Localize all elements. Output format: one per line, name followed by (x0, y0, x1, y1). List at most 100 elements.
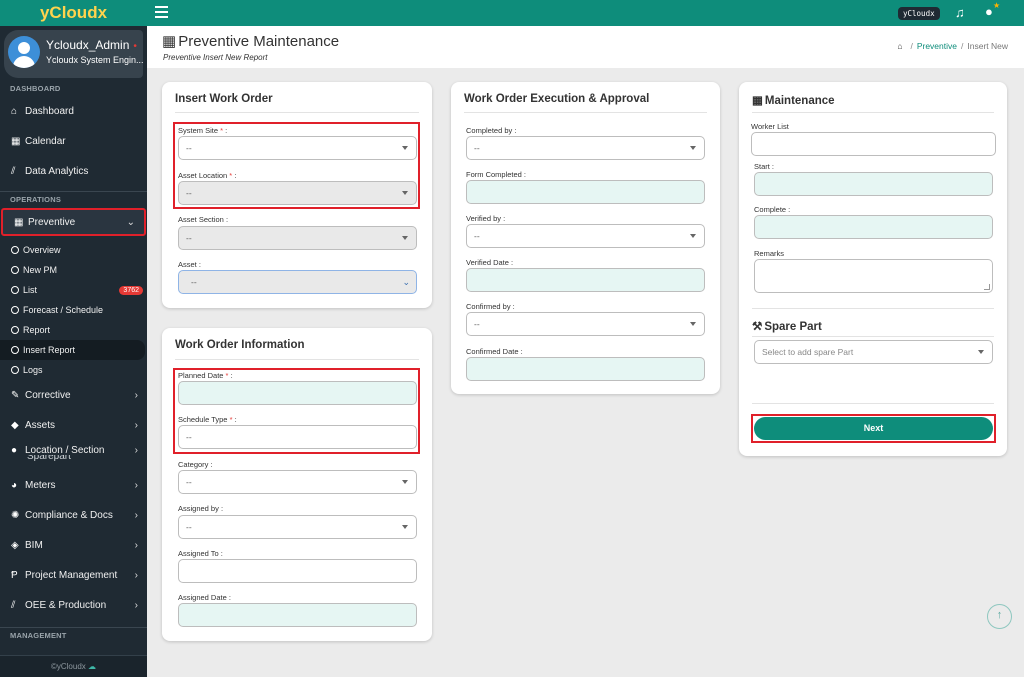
verified-date-input[interactable] (466, 268, 705, 292)
sidebar-subitem-report[interactable]: Report (0, 320, 147, 340)
chevron-right-icon: › (134, 509, 138, 521)
breadcrumb-current: Insert New (967, 41, 1008, 51)
breadcrumb-link-preventive[interactable]: Preventive (917, 41, 957, 51)
circle-icon (11, 366, 19, 374)
cloud-icon: ☁ (88, 662, 97, 671)
label-asset-section: Asset Section : (178, 215, 229, 224)
label-schedule-type: Schedule Type (178, 415, 228, 424)
sidebar-subitem-new-pm[interactable]: New PM (0, 260, 147, 280)
system-site-select[interactable]: -- (178, 136, 417, 160)
circle-icon (11, 346, 19, 354)
complete-input[interactable] (754, 215, 993, 239)
asset-section-select[interactable]: -- (178, 226, 417, 250)
section-header-management: MANAGEMENT (10, 631, 67, 640)
chevron-right-icon: › (134, 599, 138, 611)
assigned-date-input[interactable] (178, 603, 417, 627)
circle-icon (11, 246, 19, 254)
section-header-dashboard: DASHBOARD (10, 84, 61, 93)
home-icon[interactable]: ⌂ (897, 41, 902, 51)
asset-select[interactable]: -- ⌄ (178, 270, 417, 294)
scroll-to-top-button[interactable]: ↑ (987, 604, 1012, 629)
user-profile[interactable]: Ycloudx_Admin • Ycloudx System Engin... (4, 30, 144, 78)
tenant-chip[interactable]: yCloudx (898, 7, 940, 20)
label-asset: Asset : (178, 260, 201, 269)
start-input[interactable] (754, 172, 993, 196)
breadcrumb: ⌂ / Preventive / Insert New (897, 41, 1008, 51)
resize-handle[interactable] (984, 284, 990, 290)
wrench-icon: ✎ (11, 389, 20, 401)
card-work-order-information: Work Order Information Planned Date * : … (162, 328, 432, 641)
sidebar-item-oee[interactable]: ⫽ OEE & Production › (0, 590, 147, 620)
chevron-right-icon: › (134, 569, 138, 581)
project-icon: Ᵽ (11, 569, 18, 581)
page-title: Preventive Maintenance (178, 33, 340, 50)
user-name: Ycloudx_Admin (46, 38, 130, 52)
assigned-to-input[interactable] (178, 559, 417, 583)
caret-down-icon (690, 234, 696, 238)
circle-icon (11, 326, 19, 334)
star-icon: ★ (993, 1, 1001, 10)
user-menu-icon[interactable]: ● ★ (985, 1, 1000, 19)
cube-icon: ◈ (11, 539, 19, 551)
chevron-right-icon: › (134, 479, 138, 491)
sidebar-item-project-management[interactable]: Ᵽ Project Management › (0, 560, 147, 590)
category-select[interactable]: -- (178, 470, 417, 494)
verified-by-select[interactable]: -- (466, 224, 705, 248)
brand-logo[interactable]: yCloudx (0, 0, 147, 26)
planned-date-input[interactable] (178, 381, 417, 405)
label-assigned-by: Assigned by : (178, 504, 224, 513)
spare-part-select[interactable]: Select to add spare Part (754, 340, 993, 364)
card-title: Insert Work Order (175, 93, 273, 105)
sidebar-item-data-analytics[interactable]: ⫽ Data Analytics (0, 156, 147, 186)
wrench-icon: ⚒ (752, 321, 763, 333)
label-start: Start : (754, 162, 775, 171)
form-completed-input[interactable] (466, 180, 705, 204)
calendar-icon: ▦ (11, 135, 21, 147)
sidebar-item-corrective[interactable]: ✎ Corrective › (0, 380, 147, 410)
label-planned-date: Planned Date (178, 371, 224, 380)
assigned-by-select[interactable]: -- (178, 515, 417, 539)
spare-part-title: Spare Part (764, 321, 822, 333)
schedule-type-input[interactable]: -- (178, 425, 417, 449)
sidebar-item-preventive[interactable]: ▦ Preventive ⌄ (1, 208, 146, 236)
sidebar-item-compliance[interactable]: ✺ Compliance & Docs › (0, 500, 147, 530)
sidebar-subitem-insert-report[interactable]: Insert Report (0, 340, 145, 360)
label-system-site: System Site (178, 126, 219, 135)
worker-list-input[interactable] (751, 132, 996, 156)
hamburger-menu-icon[interactable] (155, 6, 168, 21)
sidebar-item-location-section[interactable]: ● Location / Section › (0, 440, 147, 460)
card-insert-work-order: Insert Work Order System Site * : -- Ass… (162, 82, 432, 308)
label-form-completed: Form Completed : (466, 170, 527, 179)
page-header: ▦ Preventive Maintenance Preventive Inser… (147, 26, 1024, 68)
caret-down-icon (690, 146, 696, 150)
sidebar-item-assets[interactable]: ◆ Assets › (0, 410, 147, 440)
caret-down-icon (690, 322, 696, 326)
globe-icon: ● (11, 444, 18, 456)
sidebar-subitem-list[interactable]: List 3762 (0, 280, 147, 300)
caret-down-icon (402, 146, 408, 150)
card-title: Work Order Execution & Approval (464, 93, 650, 105)
next-button[interactable]: Next (754, 417, 993, 440)
sidebar-item-dashboard[interactable]: ⌂ Dashboard (0, 96, 147, 126)
sidebar-subitem-logs[interactable]: Logs (0, 360, 147, 380)
arrow-up-icon: ↑ (996, 609, 1003, 621)
bell-icon[interactable]: ♫ (955, 5, 965, 20)
asset-location-select[interactable]: -- (178, 181, 417, 205)
remarks-textarea[interactable] (754, 259, 993, 293)
line-chart-icon: ⫽ (11, 599, 16, 611)
confirmed-date-input[interactable] (466, 357, 705, 381)
sidebar-item-calendar[interactable]: ▦ Calendar (0, 126, 147, 156)
chevron-down-icon: ⌄ (402, 277, 410, 287)
sidebar-item-bim[interactable]: ◈ BIM › (0, 530, 147, 560)
caret-down-icon (402, 525, 408, 529)
calendar-icon: ▦ (752, 95, 763, 107)
circle-icon (11, 266, 19, 274)
sidebar-item-meters[interactable]: ◕ Meters › (0, 470, 147, 500)
section-header-operations: OPERATIONS (10, 195, 62, 204)
calendar-icon: ▦ (162, 33, 177, 50)
label-assigned-to: Assigned To : (178, 549, 223, 558)
confirmed-by-select[interactable]: -- (466, 312, 705, 336)
sidebar-subitem-forecast[interactable]: Forecast / Schedule (0, 300, 147, 320)
completed-by-select[interactable]: -- (466, 136, 705, 160)
sidebar-subitem-overview[interactable]: Overview (0, 240, 147, 260)
